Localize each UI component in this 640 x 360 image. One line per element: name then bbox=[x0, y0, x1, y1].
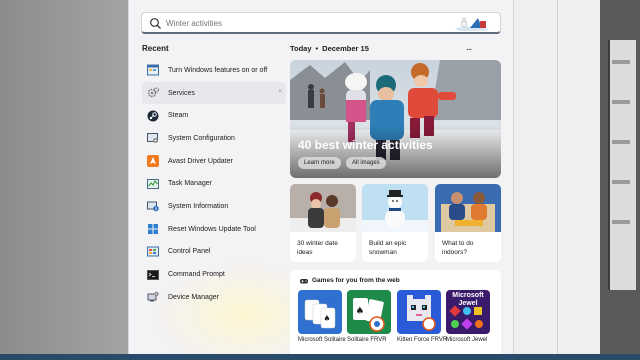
recent-item-system-configuration[interactable]: System Configuration bbox=[142, 127, 286, 150]
recent-item-steam[interactable]: Steam bbox=[142, 104, 286, 127]
all-images-button[interactable]: All images bbox=[346, 157, 386, 169]
hero-title: 40 best winter activities bbox=[298, 138, 433, 152]
card-build-snowman[interactable]: Build an epic snowman bbox=[362, 184, 428, 262]
recent-heading: Recent bbox=[142, 44, 169, 53]
jewel-tile-text: Microsoft Jewel bbox=[452, 292, 484, 307]
snowman-image bbox=[362, 184, 428, 232]
today-separator: • bbox=[315, 44, 319, 53]
task-manager-icon bbox=[147, 178, 159, 189]
recent-list: Turn Windows features on or off Services… bbox=[142, 59, 286, 309]
recent-item-avast-driver-updater[interactable]: Avast Driver Updater bbox=[142, 150, 286, 173]
recent-item-command-prompt[interactable]: Command Prompt bbox=[142, 263, 286, 286]
solitaire-frvr-tile: ♠ bbox=[347, 290, 391, 334]
recent-item-label: Control Panel bbox=[168, 248, 211, 256]
background-window bbox=[512, 0, 601, 360]
more-options-button[interactable]: ... bbox=[466, 42, 472, 53]
start-search-panel: Recent Turn Windows features on or off S… bbox=[128, 0, 514, 358]
system-configuration-icon bbox=[147, 133, 158, 144]
recent-item-label: System Information bbox=[168, 202, 229, 210]
kitten-force-tile bbox=[397, 290, 441, 334]
games-heading: Games for you from the web bbox=[312, 277, 400, 284]
indoor-activity-image bbox=[435, 184, 501, 232]
suggestion-cards: 30 winter date ideas Build an epic snowm… bbox=[290, 184, 501, 262]
right-scrollbar[interactable] bbox=[600, 0, 640, 360]
recent-item-device-manager[interactable]: Device Manager bbox=[142, 286, 286, 309]
recent-item-label: Steam bbox=[168, 112, 189, 120]
game-kitten-force[interactable] bbox=[397, 290, 441, 334]
game-controller-icon bbox=[300, 279, 308, 284]
recent-item-label: System Configuration bbox=[168, 134, 235, 142]
game-microsoft-jewel[interactable]: Microsoft Jewel bbox=[446, 290, 490, 334]
reset-windows-update-icon bbox=[148, 224, 158, 235]
system-information-icon bbox=[147, 201, 159, 212]
today-label: Today bbox=[290, 44, 312, 53]
game-label: Microsoft Solitaire bbox=[298, 337, 346, 343]
search-icon bbox=[150, 18, 161, 29]
desktop-background-left bbox=[0, 0, 130, 360]
today-date: December 15 bbox=[322, 44, 369, 53]
recent-item-label: Turn Windows features on or off bbox=[168, 66, 268, 74]
microsoft-solitaire-tile: ♠ bbox=[298, 290, 342, 334]
recent-item-turn-windows-features[interactable]: Turn Windows features on or off bbox=[142, 59, 286, 82]
game-label: Solitaire FRVR bbox=[347, 337, 387, 343]
windows-features-icon bbox=[147, 64, 159, 76]
device-manager-icon bbox=[147, 292, 159, 302]
recent-item-reset-windows-update-tool[interactable]: Reset Windows Update Tool bbox=[142, 218, 286, 241]
taskbar bbox=[0, 354, 640, 360]
learn-more-button[interactable]: Learn more bbox=[298, 157, 341, 169]
hero-card[interactable]: 40 best winter activities Learn more All… bbox=[290, 60, 501, 178]
recent-item-label: Device Manager bbox=[168, 293, 219, 301]
game-label: Microsoft Jewel bbox=[446, 337, 488, 343]
card-label: 30 winter date ideas bbox=[297, 240, 338, 256]
card-label: Build an epic snowman bbox=[369, 240, 407, 256]
svg-text:♠: ♠ bbox=[323, 314, 330, 323]
card-winter-date-ideas[interactable]: 30 winter date ideas bbox=[290, 184, 356, 262]
steam-icon bbox=[147, 110, 159, 122]
today-heading: Today • December 15 bbox=[290, 44, 369, 53]
recent-item-label: Command Prompt bbox=[168, 271, 225, 279]
svg-text:♠: ♠ bbox=[356, 306, 365, 317]
game-solitaire-frvr[interactable]: ♠ bbox=[347, 290, 391, 334]
search-box[interactable] bbox=[141, 12, 501, 34]
recent-item-system-information[interactable]: System Information bbox=[142, 195, 286, 218]
recent-item-label: Reset Windows Update Tool bbox=[168, 225, 256, 233]
recent-item-label: Avast Driver Updater bbox=[168, 157, 233, 165]
card-indoors[interactable]: What to do indoors? bbox=[435, 184, 501, 262]
recent-item-services[interactable]: Services × bbox=[142, 81, 286, 105]
search-highlight-illustration-icon bbox=[455, 17, 489, 31]
remove-recent-icon[interactable]: × bbox=[278, 89, 282, 95]
search-input[interactable] bbox=[166, 15, 456, 31]
control-panel-icon bbox=[147, 246, 159, 257]
winter-date-image bbox=[290, 184, 356, 232]
recent-item-control-panel[interactable]: Control Panel bbox=[142, 241, 286, 264]
services-icon bbox=[147, 87, 159, 98]
command-prompt-icon bbox=[147, 269, 159, 280]
game-label: Kitten Force FRVR bbox=[397, 337, 448, 343]
recent-item-task-manager[interactable]: Task Manager bbox=[142, 172, 286, 195]
recent-item-label: Task Manager bbox=[168, 180, 212, 188]
card-label: What to do indoors? bbox=[442, 240, 474, 256]
recent-item-label: Services bbox=[168, 89, 195, 97]
games-section: Games for you from the web ♠ Microsoft S… bbox=[290, 270, 501, 358]
avast-driver-updater-icon bbox=[147, 155, 159, 168]
game-microsoft-solitaire[interactable]: ♠ bbox=[298, 290, 342, 334]
